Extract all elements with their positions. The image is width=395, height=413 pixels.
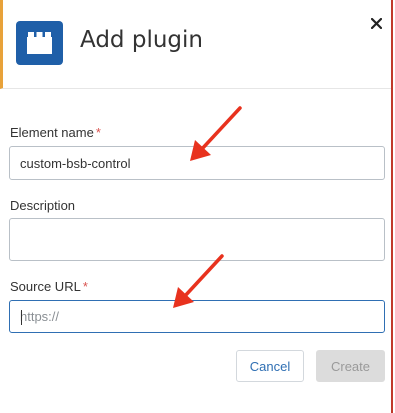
dialog-header: Add plugin (0, 0, 391, 89)
close-button[interactable] (366, 12, 388, 34)
create-button[interactable]: Create (316, 350, 385, 382)
text-cursor (21, 310, 22, 325)
add-plugin-dialog: Add plugin Element name* Description Sou… (0, 0, 393, 413)
source-url-input[interactable] (9, 300, 385, 333)
element-name-label-text: Element name (10, 125, 94, 140)
description-label: Description (10, 198, 76, 213)
element-name-input[interactable] (9, 146, 385, 180)
plugin-icon (16, 21, 63, 65)
plugin-block-icon (27, 32, 52, 54)
cancel-button[interactable]: Cancel (236, 350, 304, 382)
source-url-label: Source URL * (10, 279, 88, 294)
source-url-label-text: Source URL (10, 279, 81, 294)
element-name-label: Element name * (10, 125, 101, 140)
required-marker: * (95, 125, 101, 140)
dialog-title: Add plugin (80, 27, 203, 53)
close-icon (371, 18, 382, 29)
description-textarea[interactable] (9, 218, 385, 261)
required-marker: * (82, 279, 88, 294)
